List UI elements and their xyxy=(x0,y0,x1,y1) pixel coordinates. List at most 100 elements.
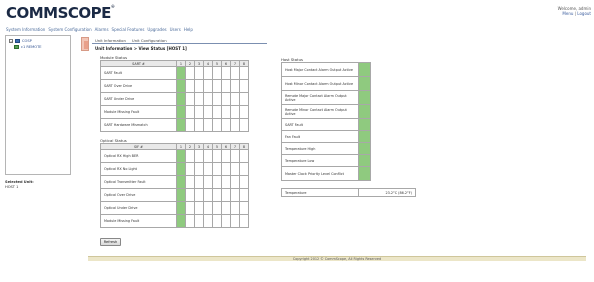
tree-node-label[interactable]: c1 REMOTE xyxy=(21,45,42,49)
status-cell xyxy=(194,162,204,176)
status-cell xyxy=(221,149,231,163)
status-cell xyxy=(203,149,213,163)
module-status-table: SART #1 2 3 4 5 6 7 8 SART Fault SART Over Drive S… xyxy=(100,60,249,132)
table-row: Module Missing Fault xyxy=(100,214,249,228)
optical-row-label: Optical Over Drive xyxy=(100,188,177,202)
temperature-table: Temperature 23.2°C (86.2°F) xyxy=(281,188,416,197)
status-cell xyxy=(176,92,186,106)
menu-link[interactable]: Menu xyxy=(562,11,573,16)
status-cell xyxy=(358,90,371,105)
module-row-label: SART Hardware Mismatch xyxy=(100,118,177,132)
status-cell xyxy=(358,104,371,119)
menu-item-alarms[interactable]: Alarms xyxy=(95,27,109,32)
host-status-label: SART Fault xyxy=(281,118,359,131)
table-row: Temperature High xyxy=(281,142,371,155)
status-cell xyxy=(194,92,204,106)
table-row: Remote Major Contact Alarm Output Active xyxy=(281,90,371,105)
status-cell xyxy=(221,92,231,106)
optical-status-table: SIF #1 2 3 4 5 6 7 8 Optical RX High BER Optical … xyxy=(100,143,249,228)
status-cell xyxy=(212,214,222,228)
optical-row-label: Optical Under Drive xyxy=(100,201,177,215)
status-cell xyxy=(185,188,195,202)
status-cell xyxy=(230,162,240,176)
menu-item-special-features[interactable]: Special Features xyxy=(112,27,145,32)
status-cell xyxy=(358,62,371,77)
status-cell xyxy=(185,118,195,132)
status-cell xyxy=(194,149,204,163)
host-status-label: Master Clock Priority Level Conflict xyxy=(281,166,359,181)
status-cell xyxy=(185,79,195,93)
status-cell xyxy=(185,66,195,80)
status-cell xyxy=(230,79,240,93)
tree-node-remote[interactable]: c1 REMOTE xyxy=(9,44,67,50)
status-cell xyxy=(358,118,371,131)
status-cell xyxy=(203,92,213,106)
status-cell xyxy=(194,118,204,132)
temperature-label: Temperature xyxy=(281,188,359,197)
optical-row-label: Module Missing Fault xyxy=(100,214,177,228)
menu-item-system-configuration[interactable]: System Configuration xyxy=(48,27,91,32)
refresh-button[interactable]: Refresh xyxy=(100,238,121,246)
menu-item-help[interactable]: Help xyxy=(184,27,193,32)
status-cell xyxy=(212,79,222,93)
status-cell xyxy=(185,214,195,228)
status-cell xyxy=(230,66,240,80)
status-cell xyxy=(203,175,213,189)
collapse-icon[interactable]: − xyxy=(9,39,13,43)
status-cell xyxy=(239,79,249,93)
table-row: Host Major Contact Alarm Output Active xyxy=(281,62,371,77)
status-cell xyxy=(194,188,204,202)
breadcrumb: Unit Information > View Status [HOST 1] xyxy=(95,46,187,51)
menu-item-system-information[interactable]: System Information xyxy=(6,27,45,32)
status-cell xyxy=(230,149,240,163)
status-cell xyxy=(203,118,213,132)
status-cell xyxy=(185,105,195,119)
table-row: SART Hardware Mismatch xyxy=(100,118,249,132)
table-row: Optical Over Drive xyxy=(100,188,249,202)
unit-tree: − COSP c1 REMOTE xyxy=(6,36,70,52)
selected-unit-value: HOST 1 xyxy=(5,185,19,189)
status-cell xyxy=(239,149,249,163)
main-menu: System Information System Configuration Al… xyxy=(6,27,193,32)
status-cell xyxy=(176,175,186,189)
copyright-footer: Copyright 2012 © CommScope, All Rights R… xyxy=(88,256,586,261)
status-cell xyxy=(212,188,222,202)
status-cell xyxy=(230,105,240,119)
host-status-label: Fan Fault xyxy=(281,130,359,143)
status-cell xyxy=(176,118,186,132)
status-cell xyxy=(239,105,249,119)
status-cell xyxy=(230,214,240,228)
host-unit-icon xyxy=(15,39,20,43)
status-cell xyxy=(230,118,240,132)
table-row: Optical Transmitter Fault xyxy=(100,175,249,189)
status-cell xyxy=(212,105,222,119)
module-row-label: SART Under Drive xyxy=(100,92,177,106)
status-cell xyxy=(221,118,231,132)
table-row: Temperature Low xyxy=(281,154,371,167)
status-cell xyxy=(176,214,186,228)
status-cell xyxy=(358,166,371,181)
status-cell xyxy=(358,142,371,155)
menu-item-upgrades[interactable]: Upgrades xyxy=(147,27,166,32)
tree-node-label[interactable]: COSP xyxy=(22,39,32,43)
status-cell xyxy=(221,201,231,215)
status-cell xyxy=(221,79,231,93)
status-cell xyxy=(230,175,240,189)
status-cell xyxy=(239,201,249,215)
status-cell xyxy=(203,188,213,202)
table-row: SART Fault xyxy=(100,66,249,80)
logout-link[interactable]: Logout xyxy=(577,11,591,16)
menu-item-users[interactable]: Users xyxy=(170,27,181,32)
status-cell xyxy=(176,201,186,215)
table-row: SART Fault xyxy=(281,118,371,131)
host-status-label: Temperature Low xyxy=(281,154,359,167)
status-cell xyxy=(358,130,371,143)
logo-registered-mark: ® xyxy=(110,4,115,9)
status-cell xyxy=(203,201,213,215)
status-cell xyxy=(203,162,213,176)
status-cell xyxy=(203,79,213,93)
temperature-row: Temperature 23.2°C (86.2°F) xyxy=(281,188,416,197)
header-links: Menu | Logout xyxy=(558,11,591,16)
host-status-label: Host Major Contact Alarm Output Active xyxy=(281,62,359,77)
status-cell xyxy=(230,201,240,215)
